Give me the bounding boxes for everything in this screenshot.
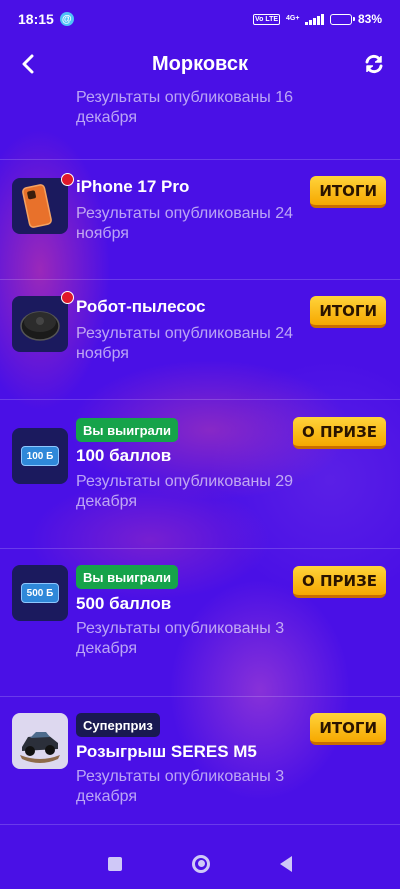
signal-icon [305,13,324,25]
volte-icon: Vo LTE [252,13,281,25]
item-description: Результаты опубликованы 29 декабря [76,473,294,510]
list-item[interactable]: Робот-пылесос Результаты опубликованы 24… [0,280,400,400]
item-title: 500 баллов [76,594,172,613]
car-icon [20,732,60,763]
back-nav-button[interactable] [280,855,292,872]
results-button[interactable]: ИТОГИ [310,296,386,328]
list-item[interactable]: Результаты опубликованы 16 декабря [0,88,400,160]
item-title: 100 баллов [76,446,172,465]
back-button[interactable] [14,50,42,78]
prize-info-button[interactable]: О ПРИЗЕ [293,417,386,449]
item-title: iPhone 17 Pro [76,177,190,196]
system-nav-bar [0,838,400,889]
item-thumbnail: 500 Б [12,565,68,621]
page-title: Морковск [152,52,248,75]
clock: 18:15 [18,11,54,27]
item-description: Результаты опубликованы 3 декабря [76,620,285,657]
list-item[interactable]: 500 Б Вы выиграли 500 баллов Результаты … [0,549,400,697]
points-card-icon: 100 Б [21,446,59,466]
notification-dot [61,173,74,186]
item-title: Робот-пылесос [76,297,206,316]
prize-info-button[interactable]: О ПРИЗЕ [293,566,386,598]
robot-vacuum-icon [20,311,60,341]
item-thumbnail [12,713,68,769]
won-badge: Вы выиграли [76,565,179,589]
at-sign-icon: @ [59,12,74,26]
network-type: 4G+ [286,15,300,22]
super-prize-badge: Суперприз [76,713,160,737]
item-description: Результаты опубликованы 3 декабря [76,768,285,805]
home-button[interactable] [192,854,210,873]
list-item[interactable]: iPhone 17 Pro Результаты опубликованы 24… [0,160,400,280]
item-description: Результаты опубликованы 16 декабря [76,89,294,126]
status-bar: 18:15 @ Vo LTE 4G+ 83% [0,0,400,38]
refresh-icon [365,54,383,74]
item-description: Результаты опубликованы 24 ноября [76,205,294,242]
list-item[interactable]: 100 Б Вы выиграли 100 баллов Результаты … [0,400,400,549]
list-item[interactable]: Суперприз Розыгрыш SERES M5 Результаты о… [0,697,400,825]
item-title: Розыгрыш SERES M5 [76,742,257,761]
points-card-icon: 500 Б [21,583,59,603]
iphone-icon [22,184,52,228]
chevron-left-icon [22,54,34,74]
status-icons: Vo LTE 4G+ 83% [252,12,382,26]
item-thumbnail: 100 Б [12,428,68,484]
home-icon [197,860,205,867]
notification-dot [61,291,74,304]
battery-percent: 83% [357,12,382,26]
item-thumbnail [12,291,74,352]
won-badge: Вы выиграли [76,418,179,442]
refresh-button[interactable] [360,50,388,78]
item-thumbnail [12,173,74,234]
results-button[interactable]: ИТОГИ [310,713,386,745]
recents-button[interactable] [108,856,122,871]
results-button[interactable]: ИТОГИ [310,176,386,208]
header: Морковск [0,38,400,90]
item-description: Результаты опубликованы 24 ноября [76,325,294,362]
battery-icon [329,13,355,25]
